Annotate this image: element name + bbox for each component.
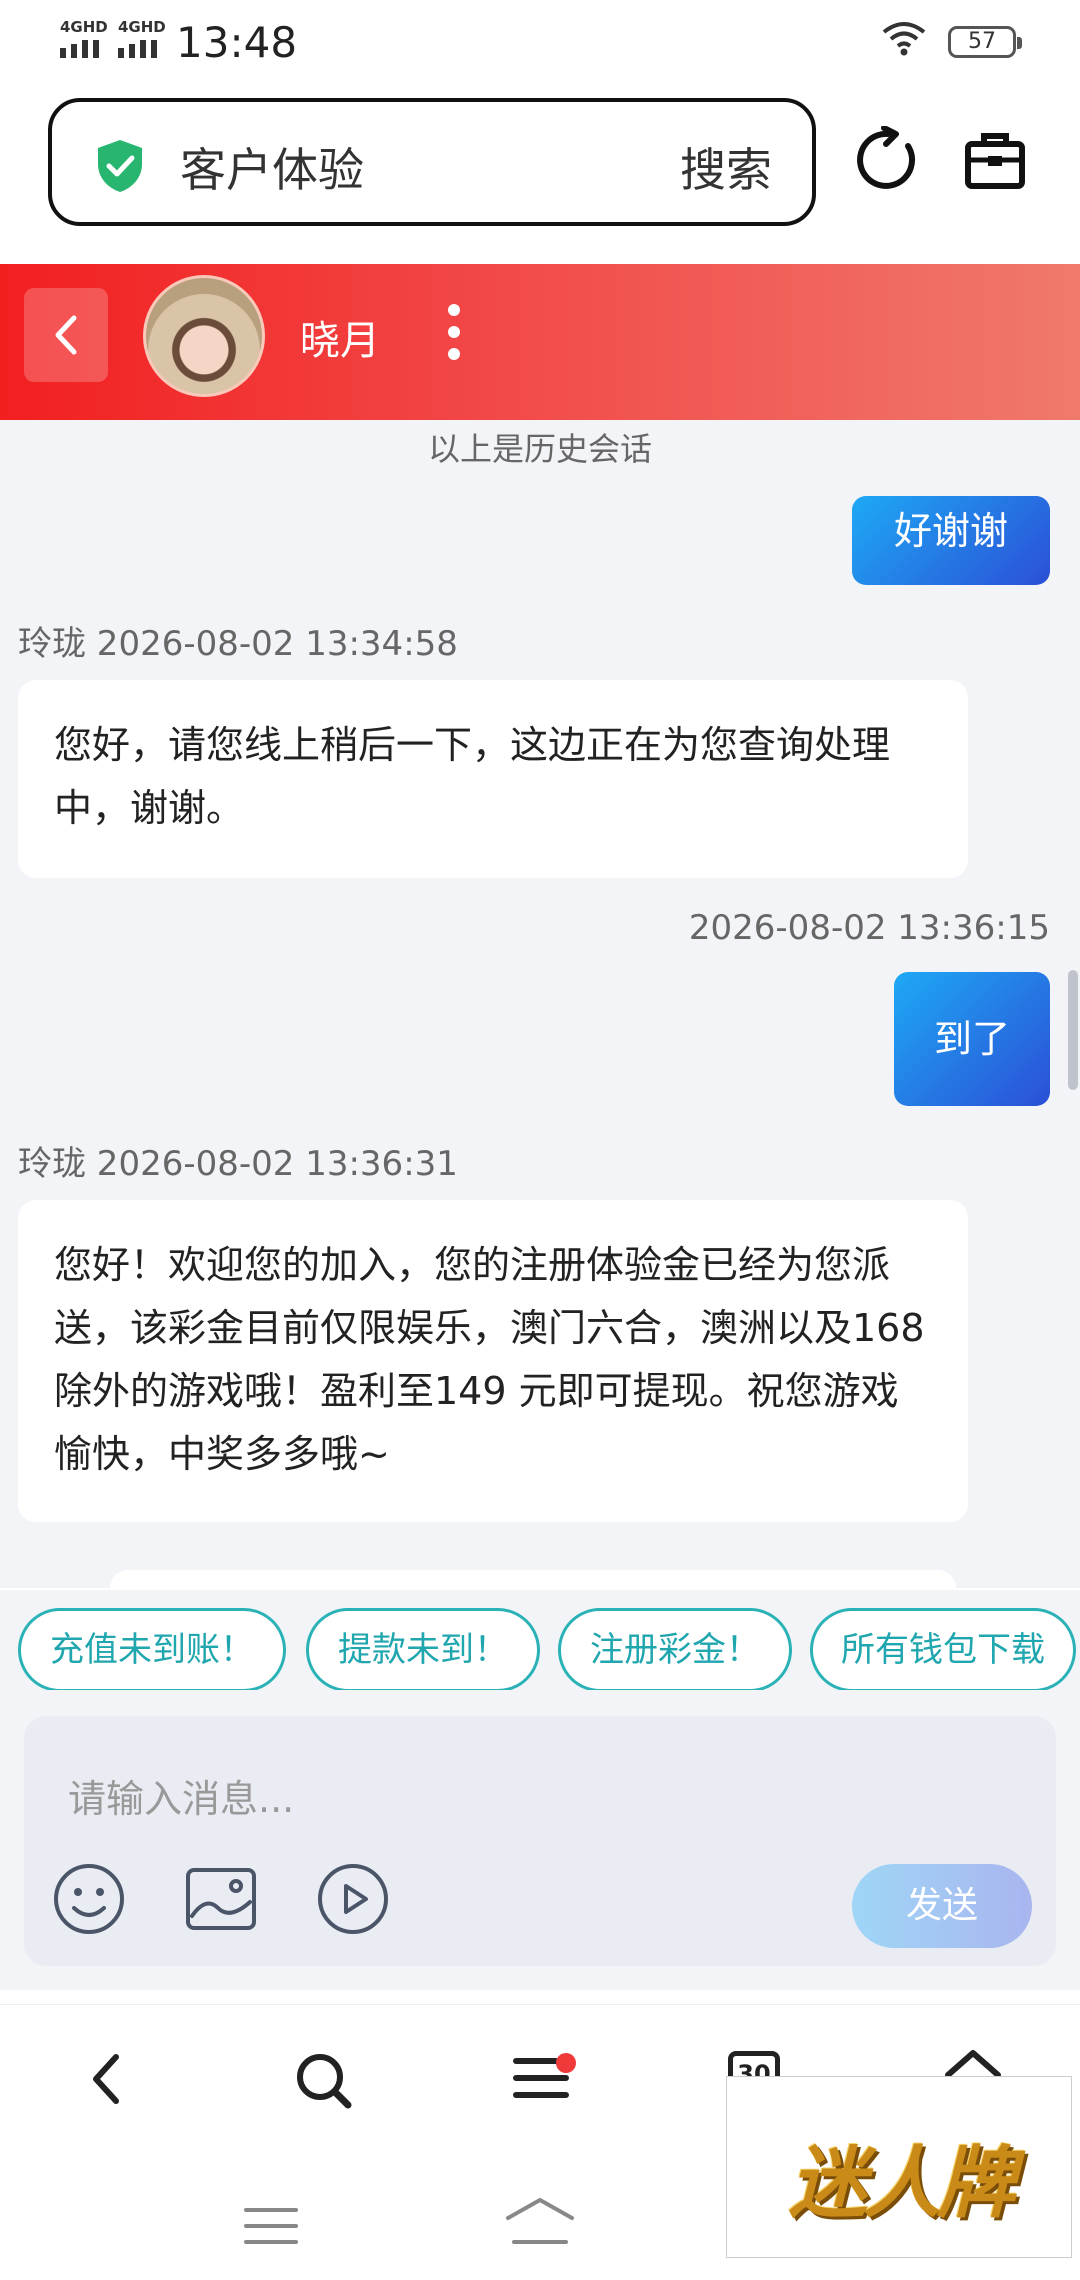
more-options-icon[interactable] (448, 304, 460, 370)
address-text[interactable]: 客户体验 (180, 134, 364, 200)
message-input-box[interactable]: 请输入消息... 发送 (24, 1716, 1056, 1966)
quick-replies: 充值未到账！ 提款未到！ 注册彩金！ 所有钱包下载 (0, 1590, 1080, 1692)
quick-reply-chip[interactable]: 提款未到！ (306, 1608, 540, 1692)
message-text: 到了 (933, 1017, 1010, 1061)
message-meta: 玲珑 2026-08-02 13:34:58 (18, 624, 458, 664)
composer-panel: 请输入消息... 发送 (0, 1690, 1080, 1990)
search-icon[interactable] (294, 2051, 354, 2111)
search-button[interactable]: 搜索 (680, 134, 772, 200)
battery-indicator: 57 (948, 26, 1022, 58)
shield-check-icon (98, 140, 142, 192)
home-gesture-icon[interactable] (504, 2196, 576, 2246)
history-note: 以上是历史会话 (427, 430, 652, 468)
back-button[interactable] (24, 288, 108, 382)
message-bubble-left: 您好！欢迎您的加入，您的注册体验金已经为您派送，该彩金目前仅限娱乐，澳门六合，澳… (18, 1200, 968, 1522)
signal-label-1: 4GHD (60, 18, 108, 36)
message-bubble-partial (110, 1570, 956, 1588)
message-meta: 2026-08-02 13:36:15 (688, 908, 1050, 948)
watermark-logo: 迷人牌 (726, 2076, 1072, 2258)
chat-area[interactable]: 以上是历史会话 好谢谢 玲珑 2026-08-02 13:34:58 您好，请您… (0, 420, 1080, 1588)
toolbox-icon[interactable] (964, 130, 1026, 190)
reload-icon[interactable] (856, 126, 920, 192)
wifi-icon (882, 22, 926, 56)
status-bar: 4GHD 4GHD 13:48 57 (0, 0, 1080, 84)
watermark-text: 迷人牌 (788, 2138, 1015, 2229)
image-icon[interactable] (184, 1862, 258, 1936)
message-text: 好谢谢 (893, 509, 1008, 553)
chevron-left-icon (55, 315, 77, 355)
recent-apps-icon[interactable] (244, 2206, 298, 2246)
agent-avatar[interactable] (143, 275, 265, 397)
message-text: 您好，请您线上稍后一下，这边正在为您查询处理中，谢谢。 (54, 723, 891, 830)
message-meta: 玲珑 2026-08-02 13:36:31 (18, 1144, 458, 1184)
message-input[interactable]: 请输入消息... (68, 1768, 294, 1823)
signal-label-2: 4GHD (118, 18, 166, 36)
video-play-icon[interactable] (316, 1862, 390, 1936)
quick-reply-chip[interactable]: 所有钱包下载 (810, 1608, 1076, 1692)
emoji-icon[interactable] (52, 1862, 126, 1936)
chat-header: 晓月 (0, 264, 1080, 420)
signal-indicator-2: 4GHD (118, 18, 166, 58)
address-bar[interactable]: 客户体验 搜索 (48, 98, 816, 226)
signal-indicator-1: 4GHD (60, 18, 108, 58)
message-bubble-right: 好谢谢 (852, 496, 1050, 585)
back-icon[interactable] (86, 2051, 126, 2107)
message-text: 您好！欢迎您的加入，您的注册体验金已经为您派送，该彩金目前仅限娱乐，澳门六合，澳… (54, 1243, 925, 1476)
send-button[interactable]: 发送 (852, 1864, 1032, 1948)
clock: 13:48 (176, 18, 298, 67)
notification-dot (556, 2053, 576, 2073)
message-bubble-left: 您好，请您线上稍后一下，这边正在为您查询处理中，谢谢。 (18, 680, 968, 878)
agent-name: 晓月 (300, 318, 380, 364)
message-bubble-right: 到了 (894, 972, 1050, 1106)
quick-reply-chip[interactable]: 充值未到账！ (18, 1608, 286, 1692)
scrollbar[interactable] (1068, 970, 1078, 1090)
quick-reply-chip[interactable]: 注册彩金！ (558, 1608, 792, 1692)
